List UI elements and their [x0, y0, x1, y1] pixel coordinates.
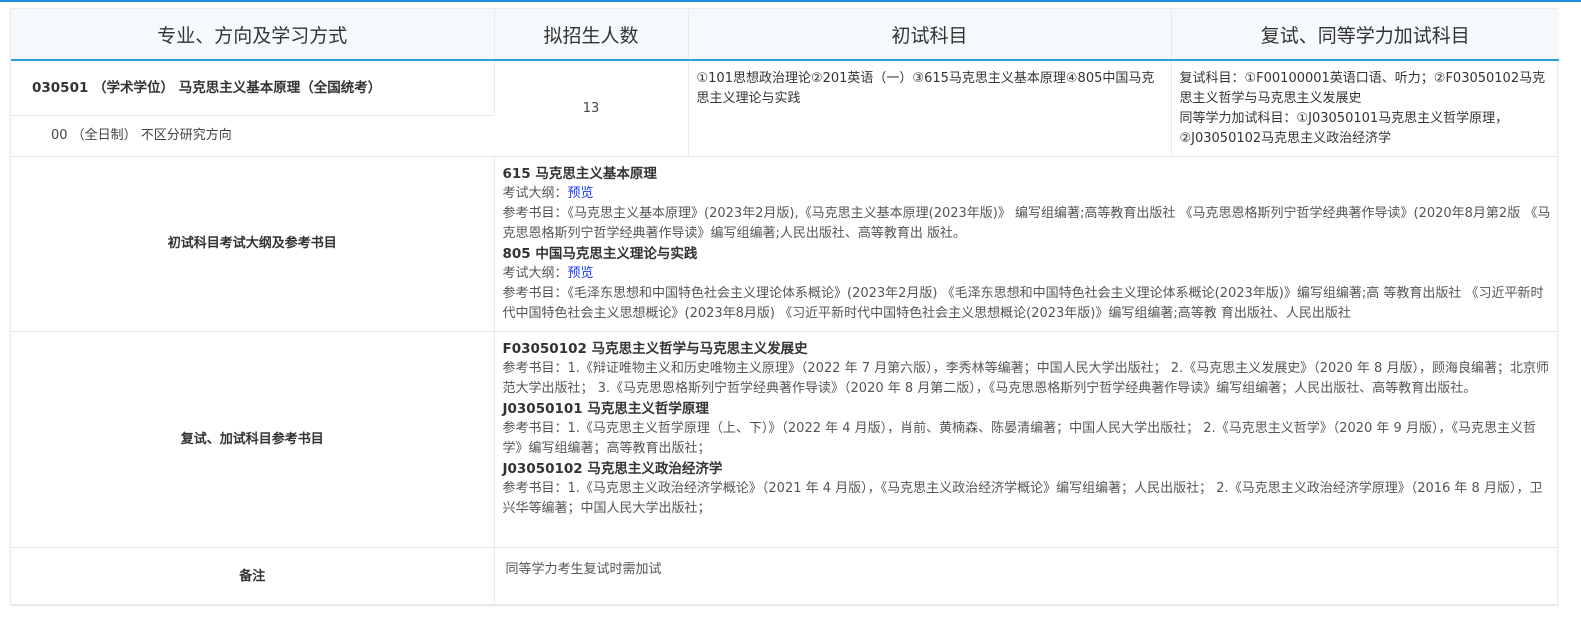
major-row: 030501 （学术学位） 马克思主义基本原理（全国统考） 13 ①101思想政… — [11, 60, 1559, 157]
exam-refs-label: 初试科目考试大纲及参考书目 — [11, 156, 495, 332]
exam-refs-content: 615 马克思主义基本原理 考试大纲：预览 参考书目：《马克思主义基本原理》(2… — [494, 156, 1559, 332]
program-table: 专业、方向及学习方式 拟招生人数 初试科目 复试、同等学力加试科目 030501… — [11, 9, 1559, 606]
reference-books: 参考书目：1.《马克思主义哲学原理（上、下）》（2022 年 4 月版），肖前、… — [502, 421, 1536, 456]
subject-title: F03050102 马克思主义哲学与马克思主义发展史 — [502, 341, 808, 357]
reference-books: 参考书目：《马克思主义基本原理》(2023年2月版),《马克思主义基本原理(20… — [502, 206, 1551, 241]
reference-books: 参考书目：1.《马克思主义政治经济学概论》（2021 年 4 月版），《马克思主… — [502, 481, 1543, 516]
header-retest-subjects: 复试、同等学力加试科目 — [1171, 9, 1559, 61]
outline-prefix: 考试大纲： — [502, 266, 568, 281]
header-exam-subjects: 初试科目 — [688, 9, 1172, 61]
retest-refs-row: 复试、加试科目参考书目 F03050102 马克思主义哲学与马克思主义发展史 参… — [11, 331, 1559, 548]
reference-books: 参考书目：1.《辩证唯物主义和历史唯物主义原理》（2022 年 7 月第六版），… — [502, 361, 1549, 396]
header-count: 拟招生人数 — [494, 9, 689, 61]
study-direction: 00 （全日制） 不区分研究方向 — [11, 115, 494, 157]
remarks-row: 备注 同等学力考生复试时需加试 — [11, 547, 1559, 606]
major-title: 030501 （学术学位） 马克思主义基本原理（全国统考） — [11, 60, 495, 116]
retest-line: 复试科目：①F00100001英语口语、听力；②F03050102马克思主义哲学… — [1179, 71, 1546, 106]
subject-title: 805 中国马克思主义理论与实践 — [502, 246, 698, 262]
enrollment-count: 13 — [494, 60, 689, 157]
retest-refs-label: 复试、加试科目参考书目 — [11, 331, 495, 548]
outline-line: 考试大纲：预览 — [503, 264, 1552, 284]
reference-books: 参考书目：《毛泽东思想和中国特色社会主义理论体系概论》(2023年2月版) 《毛… — [502, 286, 1544, 321]
outline-preview-link[interactable]: 预览 — [568, 266, 594, 281]
top-accent-line — [0, 0, 1581, 2]
retest-refs-content: F03050102 马克思主义哲学与马克思主义发展史 参考书目：1.《辩证唯物主… — [494, 331, 1559, 548]
retest-subjects: 复试科目：①F00100001英语口语、听力；②F03050102马克思主义哲学… — [1171, 60, 1559, 157]
subject-title: J03050101 马克思主义哲学原理 — [502, 401, 709, 417]
outline-prefix: 考试大纲： — [502, 186, 568, 201]
table-header-row: 专业、方向及学习方式 拟招生人数 初试科目 复试、同等学力加试科目 — [11, 9, 1559, 61]
equivalent-test-line: 同等学力加试科目：①J03050101马克思主义哲学原理，②J03050102马… — [1179, 111, 1509, 146]
remarks-label: 备注 — [11, 547, 495, 606]
subject-title: 615 马克思主义基本原理 — [502, 166, 657, 182]
header-major: 专业、方向及学习方式 — [11, 9, 495, 61]
outline-line: 考试大纲：预览 — [503, 184, 1552, 204]
exam-refs-row: 初试科目考试大纲及参考书目 615 马克思主义基本原理 考试大纲：预览 参考书目… — [11, 156, 1559, 332]
subject-title: J03050102 马克思主义政治经济学 — [502, 461, 723, 477]
exam-subjects: ①101思想政治理论②201英语（一）③615马克思主义基本原理④805中国马克… — [688, 60, 1172, 157]
remarks-text: 同等学力考生复试时需加试 — [494, 547, 1559, 606]
outline-preview-link[interactable]: 预览 — [568, 186, 594, 201]
program-detail-card: 专业、方向及学习方式 拟招生人数 初试科目 复试、同等学力加试科目 030501… — [10, 8, 1559, 606]
